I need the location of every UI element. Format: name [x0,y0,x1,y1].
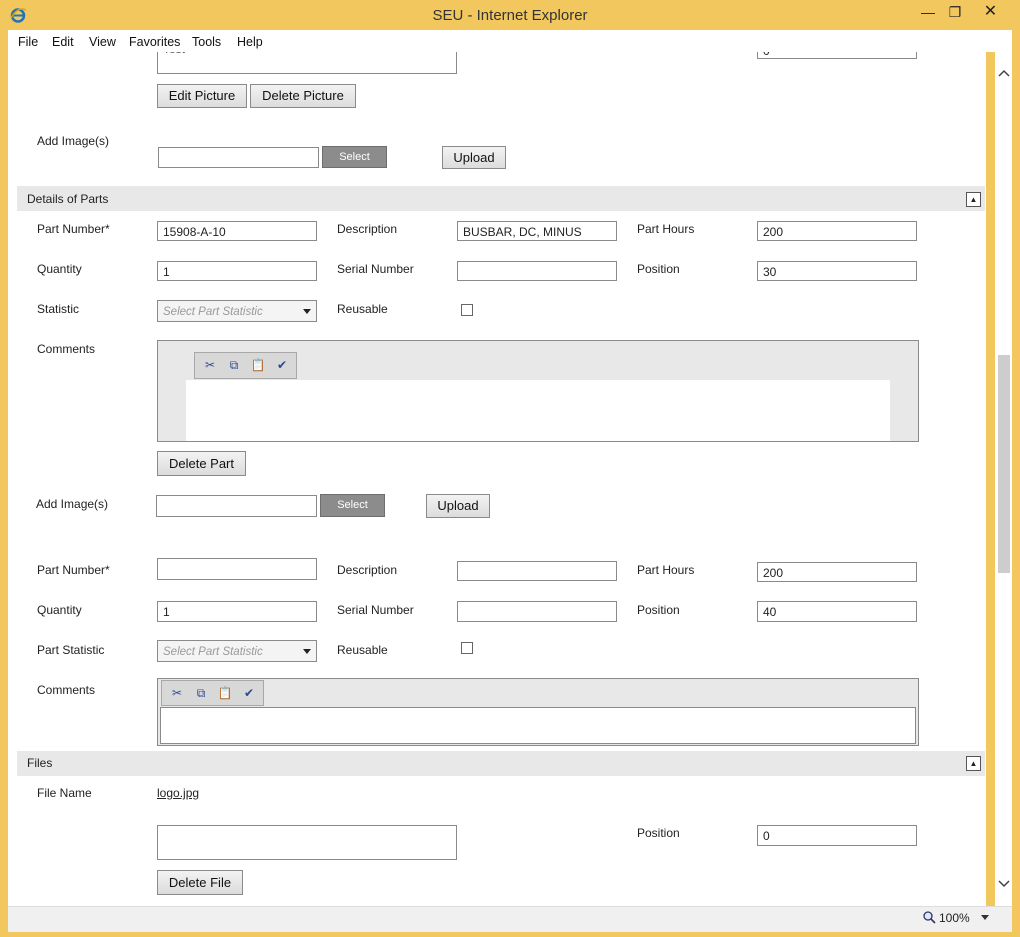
scroll-up-icon[interactable] [997,67,1011,79]
zoom-level[interactable]: 100% [939,911,970,925]
file-description-textarea[interactable] [157,825,457,860]
menu-help-label[interactable]: Help [237,35,263,49]
chevron-down-icon [303,649,311,654]
quantity-input-2[interactable]: 1 [157,601,317,622]
part-hours-input[interactable]: 200 [757,221,917,241]
position-label: Position [637,262,680,276]
select-image-button[interactable]: Select [322,146,387,168]
paste-icon[interactable]: 📋 [215,684,235,702]
part-hours-label: Part Hours [637,222,695,236]
collapse-icon[interactable]: ▲ [966,192,981,207]
files-header[interactable] [17,751,985,776]
upload-button-2[interactable]: Upload [426,494,490,518]
cut-icon[interactable]: ✂ [200,356,220,374]
chevron-down-icon [303,309,311,314]
scroll-down-icon[interactable] [997,878,1011,890]
scrollbar-thumb[interactable] [998,355,1010,573]
position-label-2: Position [637,603,680,617]
files-title: Files [27,756,53,770]
comments-text-area-2[interactable] [160,707,916,744]
part-number-input[interactable]: 15908-A-10 [157,221,317,241]
delete-file-button[interactable]: Delete File [157,870,243,895]
description-input[interactable]: BUSBAR, DC, MINUS [457,221,617,241]
serial-number-label: Serial Number [337,262,414,276]
serial-number-label-2: Serial Number [337,603,414,617]
collapse-icon[interactable]: ▲ [966,756,981,771]
quantity-input[interactable]: 1 [157,261,317,281]
file-position-label: Position [637,826,680,840]
file-name-label: File Name [37,786,92,800]
menu-favorites-label[interactable]: Favorites [129,35,180,49]
paste-icon[interactable]: 📋 [248,356,268,374]
menu-view-label[interactable]: View [89,35,116,49]
reusable-label-2: Reusable [337,643,388,657]
comments-text-area[interactable] [186,380,890,441]
comments-label: Comments [37,342,96,356]
copy-icon[interactable]: ⧉ [224,356,244,374]
image-file-input[interactable] [158,147,319,168]
serial-number-input-2[interactable] [457,601,617,622]
part-statistic-label: Part Statistic [37,643,105,657]
position-input[interactable]: 30 [757,261,917,281]
description-input-2[interactable] [457,561,617,581]
close-button[interactable]: ✕ [961,0,1020,24]
part-hours-label-2: Part Hours [637,563,695,577]
minimize-button[interactable]: — [913,0,943,24]
window-title: SEU - Internet Explorer [432,7,588,24]
copy-icon[interactable]: ⧉ [191,684,211,702]
serial-number-input[interactable] [457,261,617,281]
zoom-icon[interactable] [922,910,936,924]
part-statistic-select-2[interactable]: Select Part Statistic [157,640,317,662]
quantity-label: Quantity [37,262,82,276]
editor-toolbar-2: ✂ ⧉ 📋 ✔ [161,680,264,706]
statistic-label: Statistic [37,302,80,316]
reusable-checkbox-2[interactable] [461,642,473,654]
add-images-label-2: Add Image(s) [36,497,109,511]
add-images-label: Add Image(s) [37,134,110,148]
part-hours-input-2[interactable]: 200 [757,562,917,582]
part-number-input-2[interactable] [157,558,317,580]
spellcheck-icon[interactable]: ✔ [272,356,292,374]
page-content [8,52,986,906]
cut-icon[interactable]: ✂ [167,684,187,702]
menu-tools-label[interactable]: Tools [192,35,221,49]
menu-file-label[interactable]: File [18,35,38,49]
chevron-down-icon[interactable] [981,915,989,920]
part-number-label-2: Part Number* [37,563,110,577]
upload-button[interactable]: Upload [442,146,506,169]
description-label-2: Description [337,563,398,577]
select-image-button-2[interactable]: Select [320,494,385,517]
position-input-2[interactable]: 40 [757,601,917,622]
details-of-parts-title: Details of Parts [27,192,109,206]
status-bar [8,906,1012,932]
menu-edit-label[interactable]: Edit [52,35,74,49]
edit-picture-button[interactable]: Edit Picture [157,84,247,108]
description-label: Description [337,222,398,236]
comments-label-2: Comments [37,683,96,697]
image-file-input-2[interactable] [156,495,317,517]
reusable-label: Reusable [337,302,388,316]
delete-part-button[interactable]: Delete Part [157,451,246,476]
part-number-label: Part Number* [37,222,110,236]
reusable-checkbox[interactable] [461,304,473,316]
details-of-parts-header[interactable] [17,186,985,211]
spellcheck-icon[interactable]: ✔ [239,684,259,702]
part-statistic-select[interactable]: Select Part Statistic [157,300,317,322]
file-name-link[interactable]: logo.jpg [157,786,199,800]
file-position-input[interactable]: 0 [757,825,917,846]
quantity-label-2: Quantity [37,603,82,617]
editor-toolbar: ✂ ⧉ 📋 ✔ [194,352,297,379]
delete-picture-button[interactable]: Delete Picture [250,84,356,108]
